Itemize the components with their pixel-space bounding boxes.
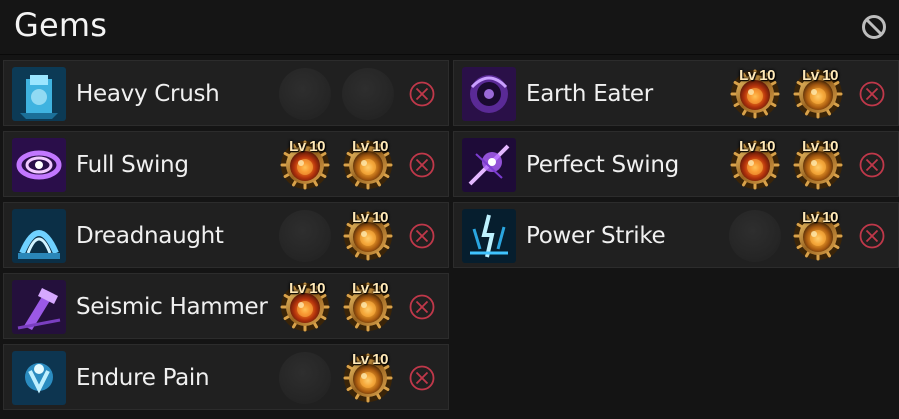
gem-row-endure-pain[interactable]: Endure Pain Lv 10 <box>3 344 449 410</box>
damage-gem-icon[interactable]: Lv 10 <box>279 138 331 191</box>
skill-name: Perfect Swing <box>526 152 679 178</box>
seismic-hammer-skill-icon <box>12 280 66 334</box>
gem-level-label: Lv 10 <box>289 138 325 155</box>
full-swing-skill-icon <box>12 138 66 192</box>
perfect-swing-skill-icon <box>462 138 516 192</box>
remove-icon[interactable] <box>859 81 885 107</box>
remove-icon[interactable] <box>409 294 435 320</box>
ban-icon[interactable] <box>861 14 887 40</box>
skill-name: Endure Pain <box>76 365 210 391</box>
skill-name: Power Strike <box>526 223 666 249</box>
cooldown-gem-icon[interactable]: Lv 10 <box>792 209 844 262</box>
gem-level-label: Lv 10 <box>739 67 775 84</box>
gem-row-heavy-crush[interactable]: Heavy Crush <box>3 60 449 126</box>
empty-gem-slot[interactable] <box>729 210 781 262</box>
gem-level-label: Lv 10 <box>289 280 325 297</box>
cooldown-gem-icon[interactable]: Lv 10 <box>342 138 394 191</box>
cooldown-gem-icon[interactable]: Lv 10 <box>792 67 844 120</box>
dreadnaught-skill-icon <box>12 209 66 263</box>
gem-row-perfect-swing[interactable]: Perfect Swing Lv 10 Lv 10 <box>453 131 899 197</box>
gem-row-earth-eater[interactable]: Earth Eater Lv 10 Lv 10 <box>453 60 899 126</box>
page-title: Gems <box>14 6 108 44</box>
remove-icon[interactable] <box>409 223 435 249</box>
gem-row-full-swing[interactable]: Full Swing Lv 10 Lv 10 <box>3 131 449 197</box>
gem-level-label: Lv 10 <box>352 351 388 368</box>
damage-gem-icon[interactable]: Lv 10 <box>279 280 331 333</box>
cooldown-gem-icon[interactable]: Lv 10 <box>342 280 394 333</box>
skill-name: Heavy Crush <box>76 81 220 107</box>
gem-level-label: Lv 10 <box>352 280 388 297</box>
gem-row-seismic-hammer[interactable]: Seismic Hammer Lv 10 Lv 10 <box>3 273 449 339</box>
empty-gem-slot[interactable] <box>279 68 331 120</box>
gem-level-label: Lv 10 <box>802 67 838 84</box>
remove-icon[interactable] <box>859 152 885 178</box>
skill-name: Seismic Hammer <box>76 294 268 320</box>
empty-gem-slot[interactable] <box>342 68 394 120</box>
cooldown-gem-icon[interactable]: Lv 10 <box>342 209 394 262</box>
remove-icon[interactable] <box>409 81 435 107</box>
gem-level-label: Lv 10 <box>739 138 775 155</box>
gem-level-label: Lv 10 <box>352 209 388 226</box>
cooldown-gem-icon[interactable]: Lv 10 <box>342 351 394 404</box>
gem-row-power-strike[interactable]: Power Strike Lv 10 <box>453 202 899 268</box>
heavy-crush-skill-icon <box>12 67 66 121</box>
damage-gem-icon[interactable]: Lv 10 <box>729 67 781 120</box>
cooldown-gem-icon[interactable]: Lv 10 <box>792 138 844 191</box>
remove-icon[interactable] <box>409 152 435 178</box>
gems-header: Gems <box>0 0 899 55</box>
skill-name: Dreadnaught <box>76 223 224 249</box>
remove-icon[interactable] <box>409 365 435 391</box>
empty-gem-slot[interactable] <box>279 352 331 404</box>
gem-level-label: Lv 10 <box>802 209 838 226</box>
earth-eater-skill-icon <box>462 67 516 121</box>
power-strike-skill-icon <box>462 209 516 263</box>
remove-icon[interactable] <box>859 223 885 249</box>
skill-name: Full Swing <box>76 152 189 178</box>
endure-pain-skill-icon <box>12 351 66 405</box>
gem-row-dreadnaught[interactable]: Dreadnaught Lv 10 <box>3 202 449 268</box>
skill-name: Earth Eater <box>526 81 653 107</box>
damage-gem-icon[interactable]: Lv 10 <box>729 138 781 191</box>
gem-level-label: Lv 10 <box>802 138 838 155</box>
gem-level-label: Lv 10 <box>352 138 388 155</box>
empty-gem-slot[interactable] <box>279 210 331 262</box>
